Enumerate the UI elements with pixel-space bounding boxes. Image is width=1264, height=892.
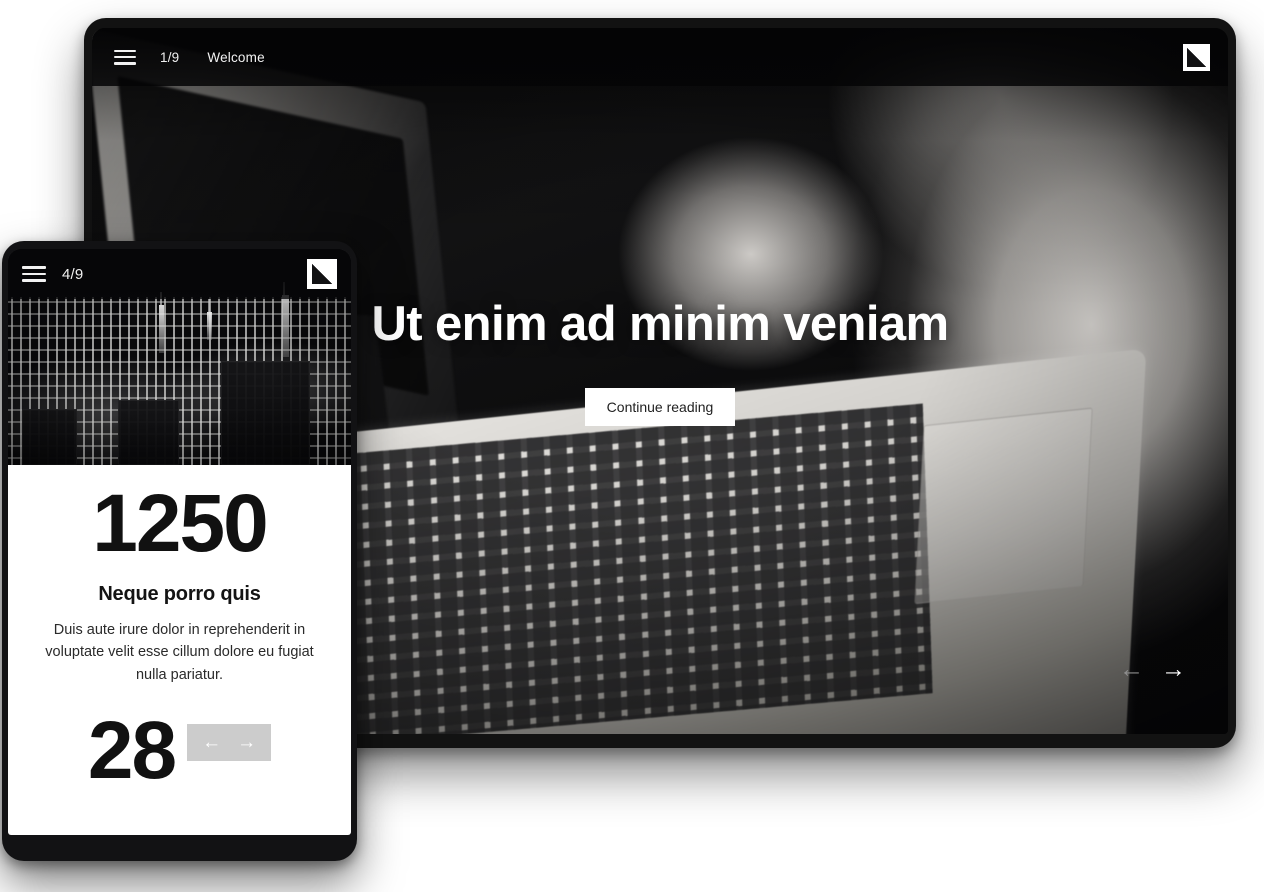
arrow-right-icon[interactable]: → [1161,657,1186,682]
hamburger-bar [114,61,136,65]
brand-logo-icon[interactable] [1183,43,1210,71]
mobile-stat-slide: 1250 Neque porro quis Duis aute irure do… [8,465,351,793]
mobile-screen: 4/9 1250 Neque porro quis Duis aute irur… [8,249,351,835]
arrow-right-icon[interactable]: → [237,733,256,752]
continue-reading-button[interactable]: Continue reading [584,388,736,427]
hamburger-bar [114,55,136,59]
slide-counter: 1/9 [160,49,180,65]
hamburger-menu-icon[interactable] [22,266,46,282]
hamburger-bar [22,272,46,276]
slide-title: Welcome [207,49,265,65]
arrow-left-icon[interactable]: ← [202,733,221,752]
mobile-header-bar: 4/9 [8,249,351,299]
hamburger-bar [22,279,46,282]
mobile-next-stat-slide: 28 ← → [30,710,329,792]
desktop-header-bar: 1/9 Welcome [92,28,1228,86]
arrow-left-icon[interactable]: ← [1119,657,1144,682]
hamburger-bar [22,266,46,269]
mobile-slide-navigation: ← → [187,724,272,762]
mobile-device-frame: 4/9 1250 Neque porro quis Duis aute irur… [2,241,357,861]
slide-counter: 4/9 [62,265,84,283]
stat-number: 1250 [92,478,268,569]
hamburger-menu-icon[interactable] [114,49,136,65]
brand-logo-icon[interactable] [307,259,337,289]
mobile-hero-city-image: 4/9 [8,249,351,465]
next-stat-number: 28 [87,705,177,797]
stat-body-text: Duis aute irure dolor in reprehenderit i… [45,622,314,683]
hamburger-bar [114,49,136,53]
desktop-slide-navigation: ← → [1119,657,1186,682]
stat-heading: Neque porro quis [98,583,261,605]
